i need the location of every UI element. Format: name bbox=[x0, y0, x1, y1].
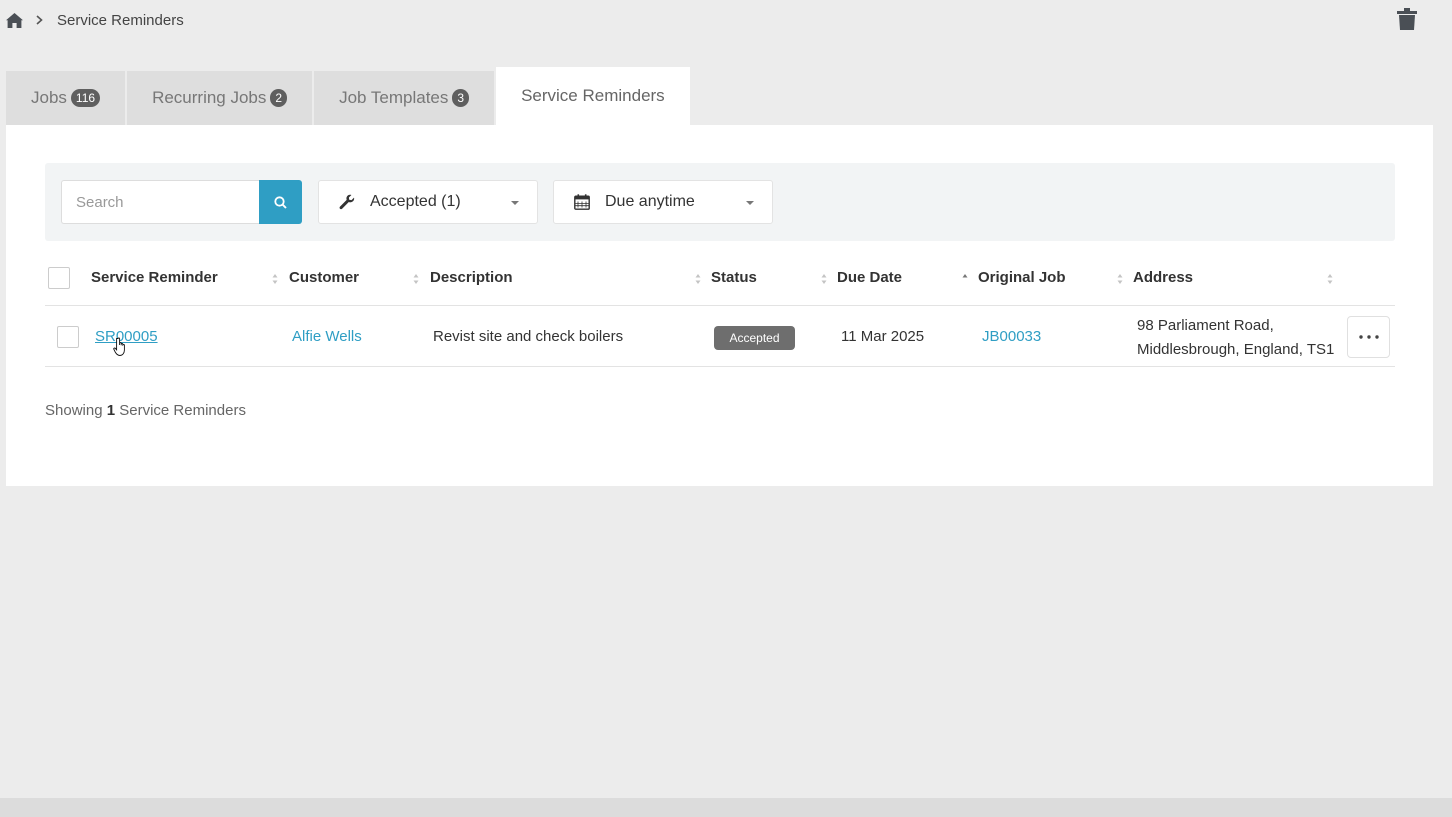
column-header-status[interactable]: Status bbox=[711, 269, 757, 286]
column-header-original-job[interactable]: Original Job bbox=[978, 269, 1066, 286]
search-icon bbox=[274, 195, 287, 209]
sort-icon[interactable] bbox=[695, 273, 701, 285]
hand-cursor-icon bbox=[113, 337, 125, 356]
tab-label: Job Templates bbox=[339, 88, 449, 107]
search-input[interactable] bbox=[61, 180, 259, 224]
sort-icon[interactable] bbox=[272, 273, 278, 285]
due-filter-dropdown[interactable]: Due anytime bbox=[553, 180, 773, 224]
tab-count-badge: 3 bbox=[452, 89, 470, 107]
column-header-due-date[interactable]: Due Date bbox=[837, 269, 902, 286]
wrench-icon bbox=[339, 194, 355, 210]
search-button[interactable] bbox=[259, 180, 302, 224]
table-row: SR00005 Alfie Wells Revist site and chec… bbox=[45, 307, 1395, 367]
description-text: Revist site and check boilers bbox=[433, 328, 624, 345]
tab-count-badge: 116 bbox=[70, 89, 101, 107]
tab-jobs[interactable]: Jobs 116 bbox=[6, 71, 126, 125]
showing-prefix: Showing bbox=[45, 402, 103, 419]
sort-icon[interactable] bbox=[1117, 273, 1123, 285]
breadcrumb: Service Reminders bbox=[6, 10, 184, 30]
customer-link[interactable]: Alfie Wells bbox=[292, 328, 362, 345]
showing-count: 1 bbox=[106, 402, 116, 419]
bottom-scrollbar[interactable] bbox=[0, 798, 1452, 817]
status-badge: Accepted bbox=[714, 326, 795, 350]
table-header: Service Reminder Customer Description St… bbox=[45, 255, 1395, 306]
tab-label: Jobs bbox=[31, 88, 67, 107]
select-all-checkbox[interactable] bbox=[48, 267, 70, 289]
showing-suffix: Service Reminders bbox=[119, 402, 246, 419]
status-filter-dropdown[interactable]: Accepted (1) bbox=[318, 180, 538, 224]
tab-service-reminders[interactable]: Service Reminders bbox=[496, 67, 690, 125]
column-header-description[interactable]: Description bbox=[430, 269, 513, 286]
chevron-right-icon bbox=[36, 15, 43, 25]
original-job-link[interactable]: JB00033 bbox=[982, 328, 1041, 345]
due-filter-value: Due anytime bbox=[605, 193, 695, 210]
trash-icon[interactable] bbox=[1396, 7, 1418, 31]
column-header-service-reminder[interactable]: Service Reminder bbox=[91, 269, 218, 286]
home-icon[interactable] bbox=[6, 11, 24, 29]
tab-job-templates[interactable]: Job Templates 3 bbox=[314, 71, 495, 125]
calendar-icon bbox=[574, 194, 590, 210]
row-actions-button[interactable] bbox=[1347, 316, 1390, 358]
sort-icon[interactable] bbox=[821, 273, 827, 285]
address-text: 98 Parliament Road, Middlesbrough, Engla… bbox=[1137, 314, 1334, 362]
tab-bar: Jobs 116 Recurring Jobs 2 Job Templates … bbox=[6, 67, 690, 125]
breadcrumb-current: Service Reminders bbox=[57, 11, 184, 29]
tab-label: Recurring Jobs bbox=[152, 88, 267, 107]
due-date-text: 11 Mar 2025 bbox=[841, 328, 925, 345]
sort-ascending-icon[interactable] bbox=[962, 273, 968, 285]
status-filter-value: Accepted (1) bbox=[370, 193, 461, 210]
row-checkbox[interactable] bbox=[57, 326, 79, 348]
caret-down-icon bbox=[511, 201, 519, 205]
content-panel: Accepted (1) Due anytime Service Reminde… bbox=[6, 125, 1433, 486]
tab-label: Service Reminders bbox=[521, 86, 665, 105]
column-header-address[interactable]: Address bbox=[1133, 269, 1193, 286]
column-header-customer[interactable]: Customer bbox=[289, 269, 359, 286]
sort-icon[interactable] bbox=[1327, 273, 1333, 285]
results-count: Showing 1 Service Reminders bbox=[45, 402, 246, 419]
sort-icon[interactable] bbox=[413, 273, 419, 285]
filter-bar: Accepted (1) Due anytime bbox=[45, 163, 1395, 241]
address-line: Middlesbrough, England, TS1 bbox=[1137, 341, 1335, 358]
caret-down-icon bbox=[746, 201, 754, 205]
address-line: 98 Parliament Road, bbox=[1137, 317, 1274, 334]
tab-recurring-jobs[interactable]: Recurring Jobs 2 bbox=[127, 71, 313, 125]
tab-count-badge: 2 bbox=[270, 89, 288, 107]
ellipsis-icon bbox=[1358, 335, 1379, 339]
